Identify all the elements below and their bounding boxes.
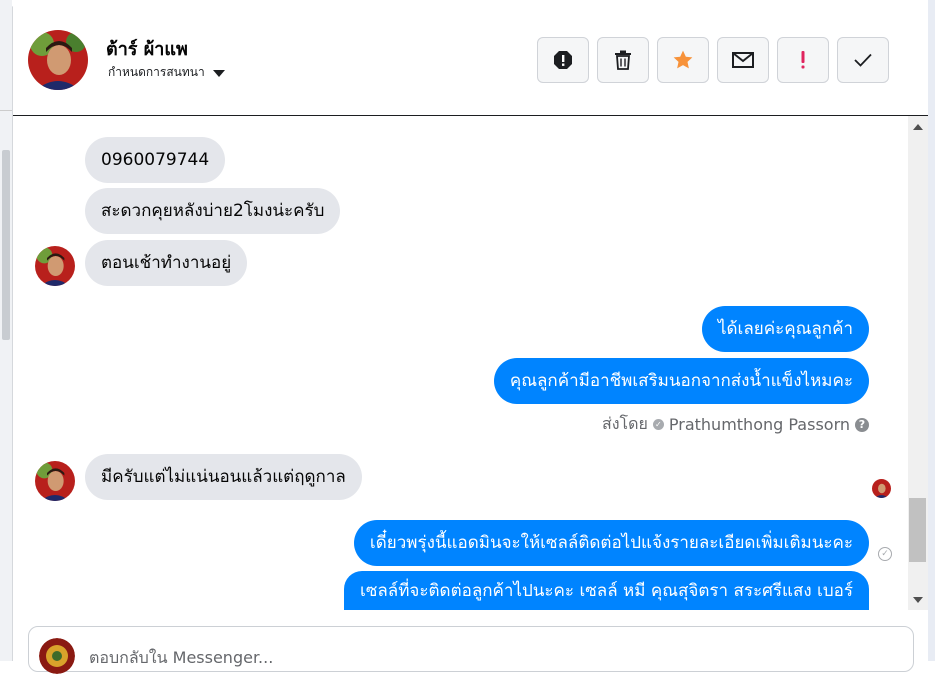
- contact-avatar-small[interactable]: [35, 461, 75, 501]
- right-panel-edge: [928, 0, 935, 661]
- chat-scrollbar[interactable]: [908, 116, 928, 610]
- delete-button[interactable]: [597, 37, 649, 83]
- help-icon[interactable]: ?: [855, 417, 869, 432]
- check-icon: [854, 53, 872, 67]
- caret-down-icon: [212, 70, 225, 77]
- message-bubble-incoming[interactable]: มีครับแต่ไม่แน่นอนแล้วแต่ฤดูกาล: [85, 454, 362, 500]
- follow-up-button[interactable]: [777, 37, 829, 83]
- exclamation-icon: [801, 51, 805, 69]
- envelope-icon: [732, 52, 754, 68]
- star-icon: [673, 50, 693, 69]
- conversation-status-label: กำหนดการสนทนา: [108, 65, 205, 79]
- contact-name[interactable]: ต้าร์ ผ้าแพ: [106, 34, 188, 63]
- mark-unread-button[interactable]: [717, 37, 769, 83]
- message-bubble-outgoing[interactable]: คุณลูกค้ามีอาชีพเสริมนอกจากส่งน้ำแข็งไหม…: [493, 358, 869, 404]
- left-panel-edge: [0, 0, 13, 661]
- contact-avatar-small[interactable]: [35, 246, 75, 286]
- trash-icon: [615, 50, 631, 70]
- spam-button[interactable]: [537, 37, 589, 83]
- reply-input[interactable]: [89, 645, 869, 669]
- mark-done-button[interactable]: [837, 37, 889, 83]
- verified-check-icon: ✓: [652, 419, 664, 430]
- sent-by-label: ส่งโดย ✓ Prathumthong Passorn ?: [602, 412, 869, 437]
- scroll-down-arrow-icon[interactable]: [913, 597, 923, 603]
- scroll-up-arrow-icon[interactable]: [913, 124, 923, 130]
- message-bubble-outgoing[interactable]: ได้เลยค่ะคุณลูกค้า: [701, 306, 869, 352]
- message-bubble-incoming[interactable]: สะดวกคุยหลังบ่าย2โมงน่ะครับ: [85, 188, 341, 234]
- conversation-header: ต้าร์ ผ้าแพ กำหนดการสนทนา: [13, 6, 928, 116]
- scrollbar-thumb[interactable]: [909, 498, 926, 562]
- message-bubble-incoming[interactable]: 0960079744: [85, 137, 226, 183]
- message-bubble-incoming[interactable]: ตอนเช้าทำงานอยู่: [85, 240, 248, 286]
- message-thread[interactable]: 0960079744 สะดวกคุยหลังบ่าย2โมงน่ะครับ ต…: [13, 116, 908, 610]
- reply-composer[interactable]: [28, 626, 914, 674]
- sent-by-prefix: ส่งโดย: [601, 414, 648, 433]
- seen-avatar: [872, 479, 891, 498]
- message-bubble-outgoing[interactable]: เดี๋ยวพรุ่งนี้แอดมินจะให้เซลล์ติดต่อไปแจ…: [353, 520, 869, 566]
- page-avatar: [39, 638, 75, 674]
- message-bubble-outgoing[interactable]: เซลล์ที่จะติดต่อลูกค้าไปนะคะ เซลล์ หมี ค…: [344, 571, 869, 610]
- star-button[interactable]: [657, 37, 709, 83]
- contact-avatar[interactable]: [28, 30, 88, 90]
- exclamation-octagon-icon: [554, 51, 572, 69]
- conversation-status-dropdown[interactable]: กำหนดการสนทนา: [108, 63, 225, 82]
- sent-by-agent[interactable]: Prathumthong Passorn: [669, 415, 850, 434]
- left-scrollbar[interactable]: [2, 150, 10, 340]
- sent-status-icon: ✓: [878, 547, 892, 561]
